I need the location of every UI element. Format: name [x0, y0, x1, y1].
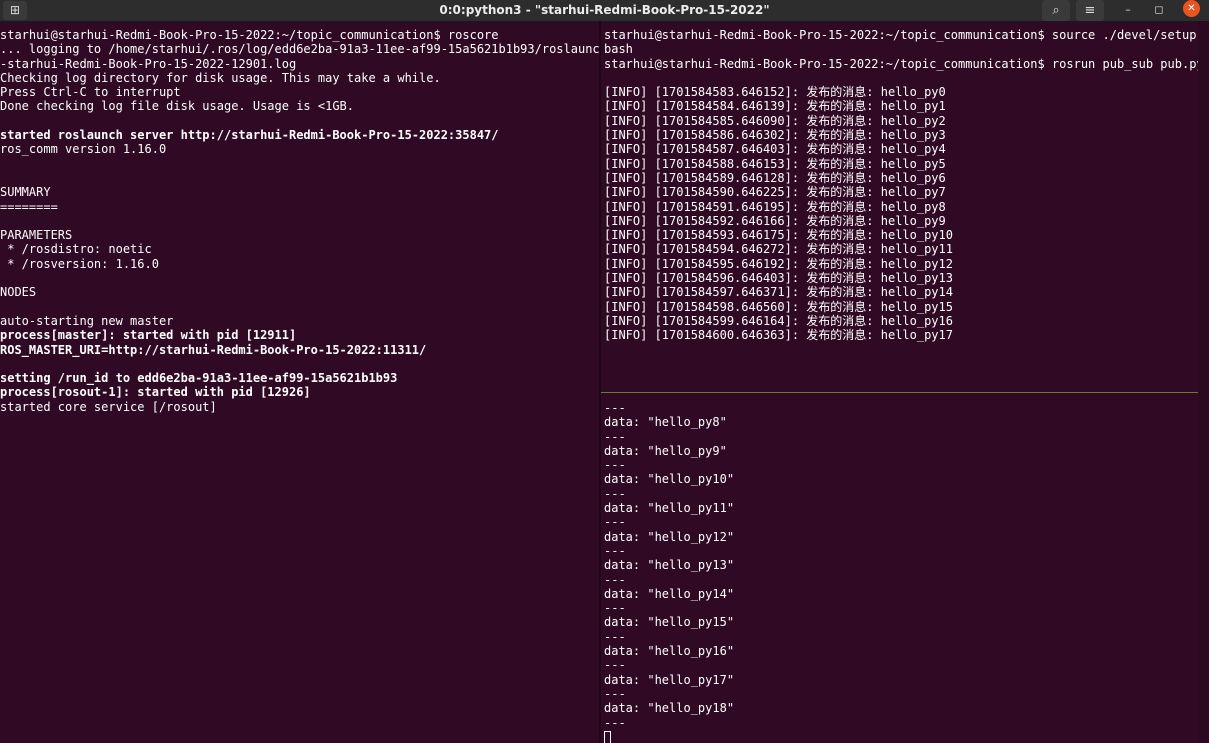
terminal-line: starhui@starhui-Redmi-Book-Pro-15-2022:~…	[0, 28, 499, 42]
terminal-line: ---	[604, 601, 626, 616]
terminal-line: [INFO] [1701584592.646166]: 发布的消息: hello…	[604, 213, 946, 228]
terminal-line: [INFO] [1701584583.646152]: 发布的消息: hello…	[604, 85, 946, 100]
terminal-line: process[master]: started with pid [12911…	[0, 328, 297, 343]
terminal-output: starhui@starhui-Redmi-Book-Pro-15-2022:~…	[601, 21, 1198, 343]
terminal-line: -starhui-Redmi-Book-Pro-15-2022-12901.lo…	[0, 56, 297, 71]
terminal-line: * /rosdistro: noetic	[0, 242, 152, 257]
terminal-pane-echo[interactable]: --- data: "hello_py8" --- data: "hello_py9"…	[601, 393, 1198, 743]
terminal-line: Press Ctrl-C to interrupt	[0, 85, 181, 100]
terminal-cursor-line	[604, 730, 1198, 743]
terminal-line: [INFO] [1701584594.646272]: 发布的消息: hello…	[604, 242, 953, 257]
terminal-line: data: "hello_py8"	[604, 415, 727, 430]
maximize-icon[interactable]: ◻	[1151, 2, 1167, 18]
terminal-line: [INFO] [1701584599.646164]: 发布的消息: hello…	[604, 313, 953, 328]
terminal-line: [INFO] [1701584598.646560]: 发布的消息: hello…	[604, 299, 953, 314]
terminal-line: data: "hello_py15"	[604, 615, 735, 630]
terminal-line: data: "hello_py14"	[604, 586, 735, 601]
terminal-line: ... logging to /home/starhui/.ros/log/ed…	[0, 42, 599, 57]
terminal-line: data: "hello_py12"	[604, 529, 735, 544]
terminal-line: ros_comm version 1.16.0	[0, 142, 167, 157]
terminal-line: ---	[604, 543, 626, 558]
terminal-line: [INFO] [1701584591.646195]: 发布的消息: hello…	[604, 199, 946, 214]
terminal-line: [INFO] [1701584597.646371]: 发布的消息: hello…	[604, 285, 953, 300]
terminal-line: NODES	[0, 285, 37, 300]
terminal-line: data: "hello_py9"	[604, 443, 727, 458]
terminal-line: ---	[604, 515, 626, 530]
terminal-output: starhui@starhui-Redmi-Book-Pro-15-2022:~…	[0, 21, 599, 414]
hamburger-menu-icon[interactable]: ≡	[1076, 0, 1104, 21]
terminal-output: --- data: "hello_py8" --- data: "hello_py9"…	[601, 393, 1198, 743]
terminal-line: Done checking log file disk usage. Usage…	[0, 99, 355, 114]
terminal-line: auto-starting new master	[0, 313, 174, 328]
terminal-line: starhui@starhui-Redmi-Book-Pro-15-2022:~…	[604, 28, 1198, 42]
terminal-line: [INFO] [1701584593.646175]: 发布的消息: hello…	[604, 228, 953, 243]
terminal-line: ---	[604, 458, 626, 473]
terminal-line: starhui@starhui-Redmi-Book-Pro-15-2022:~…	[604, 56, 1198, 71]
terminal-line: data: "hello_py11"	[604, 501, 735, 516]
terminal-line: [INFO] [1701584596.646403]: 发布的消息: hello…	[604, 271, 953, 286]
close-icon[interactable]: ✕	[1183, 0, 1200, 17]
terminal-line: PARAMETERS	[0, 228, 73, 243]
terminal-line: ========	[0, 199, 58, 214]
terminal-line: ---	[604, 629, 626, 644]
window-title: 0:0:python3 - "starhui-Redmi-Book-Pro-15…	[439, 3, 770, 17]
terminal-line: [INFO] [1701584600.646363]: 发布的消息: hello…	[604, 328, 953, 343]
terminal-line: data: "hello_py16"	[604, 644, 735, 659]
text-cursor	[604, 730, 611, 743]
terminal-line: bash	[604, 42, 633, 57]
terminal-line: [INFO] [1701584585.646090]: 发布的消息: hello…	[604, 113, 946, 128]
terminal-line: ---	[604, 486, 626, 501]
terminal-line: setting /run_id to edd6e2ba-91a3-11ee-af…	[0, 371, 398, 386]
terminal-line: ---	[604, 572, 626, 587]
terminal-line: [INFO] [1701584586.646302]: 发布的消息: hello…	[604, 128, 946, 143]
terminal-line: ---	[604, 658, 626, 673]
terminal-line: [INFO] [1701584588.646153]: 发布的消息: hello…	[604, 156, 946, 171]
terminal-line: * /rosversion: 1.16.0	[0, 256, 159, 271]
terminal-line: process[rosout-1]: started with pid [129…	[0, 385, 311, 400]
terminal-line: [INFO] [1701584595.646192]: 发布的消息: hello…	[604, 256, 953, 271]
terminal-line: [INFO] [1701584590.646225]: 发布的消息: hello…	[604, 185, 946, 200]
terminal-pane-roscore[interactable]: starhui@starhui-Redmi-Book-Pro-15-2022:~…	[0, 21, 599, 743]
search-icon[interactable]: ⌕	[1042, 0, 1070, 21]
terminal-line: ---	[604, 686, 626, 701]
scrollbar[interactable]	[1198, 21, 1209, 743]
window-titlebar[interactable]: ⊞ 0:0:python3 - "starhui-Redmi-Book-Pro-…	[0, 0, 1209, 22]
terminal-line: SUMMARY	[0, 185, 51, 200]
terminal-pane-publisher[interactable]: starhui@starhui-Redmi-Book-Pro-15-2022:~…	[601, 21, 1198, 386]
terminal-line: [INFO] [1701584589.646128]: 发布的消息: hello…	[604, 170, 946, 185]
terminal-line: data: "hello_py13"	[604, 558, 735, 573]
terminal-line: started core service [/rosout]	[0, 399, 217, 414]
terminal-line: ---	[604, 715, 626, 730]
terminal-line: [INFO] [1701584587.646403]: 发布的消息: hello…	[604, 142, 946, 157]
terminal-line: started roslaunch server http://starhui-…	[0, 128, 499, 143]
terminal-line: data: "hello_py10"	[604, 472, 735, 487]
terminal-line: ROS_MASTER_URI=http://starhui-Redmi-Book…	[0, 342, 427, 357]
terminal-line: data: "hello_py18"	[604, 701, 735, 716]
terminal-line: Checking log directory for disk usage. T…	[0, 70, 441, 85]
terminal-line: [INFO] [1701584584.646139]: 发布的消息: hello…	[604, 99, 946, 114]
terminal-line: data: "hello_py17"	[604, 672, 735, 687]
minimize-icon[interactable]: –	[1120, 2, 1136, 18]
terminal-line: ---	[604, 429, 626, 444]
terminal-line: ---	[604, 401, 626, 415]
